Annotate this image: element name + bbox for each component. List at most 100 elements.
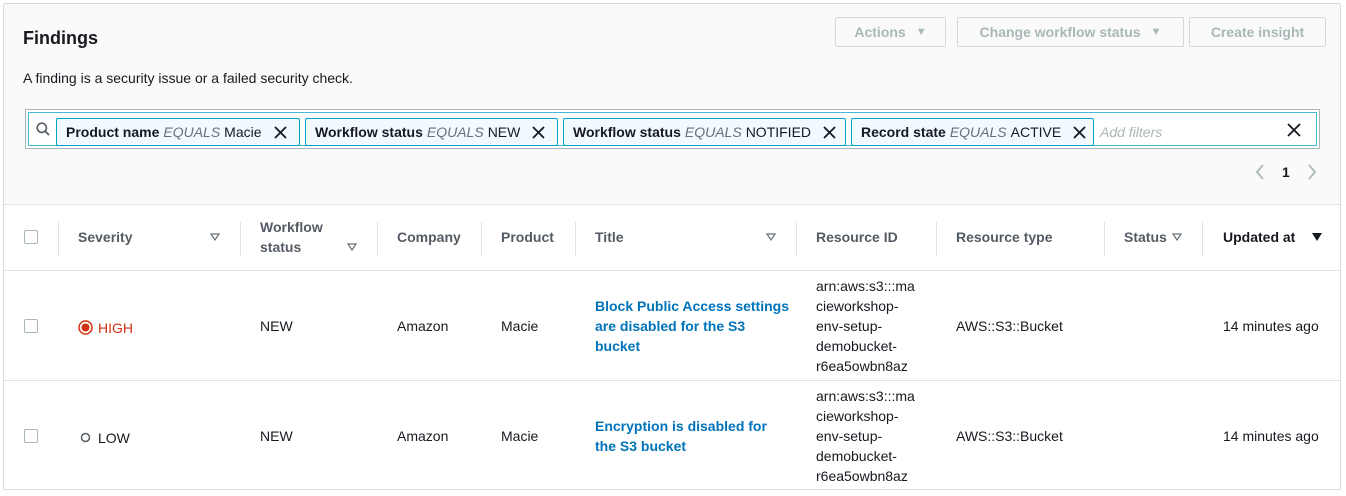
severity-high-icon [78,320,93,335]
column-divider [575,222,576,256]
product-cell: Macie [501,428,539,444]
filter-bar[interactable]: Product name EQUALS Macie Workflow statu… [25,109,1320,149]
filter-token-value: ACTIVE [1010,124,1062,140]
updated-at-cell: 14 minutes ago [1223,318,1319,334]
page-title: Findings [23,28,98,48]
filter-token[interactable]: Product name EQUALS Macie [56,118,300,146]
findings-header: Findings A finding is a security issue o… [4,4,1340,205]
select-all-checkbox[interactable] [24,230,38,244]
severity-cell: HIGH [78,318,133,338]
resource-id-line: demobucket- [816,338,897,354]
resource-id-line: cieworkshop- [816,298,899,314]
product-cell: Macie [501,318,539,334]
close-icon[interactable] [532,125,545,139]
severity-cell: LOW [78,428,130,448]
sort-icon[interactable] [210,233,220,241]
filter-token-field: Workflow status [315,124,423,140]
column-header-product[interactable]: Product [501,227,554,247]
severity-label: HIGH [98,320,133,336]
pagination-current-page[interactable]: 1 [1282,164,1290,180]
column-divider [796,222,797,256]
column-header-resource-id[interactable]: Resource ID [816,227,898,247]
filter-token-operator: EQUALS [684,124,742,140]
row-checkbox[interactable] [24,319,38,333]
create-insight-label: Create insight [1210,24,1305,40]
filter-token[interactable]: Record state EQUALS ACTIVE [851,118,1094,146]
search-icon [36,122,50,136]
resource-id-line: demobucket- [816,448,897,464]
company-cell: Amazon [397,318,449,334]
clear-filters-icon[interactable] [1287,123,1301,137]
column-divider [58,222,59,256]
caret-down-icon: ▼ [915,26,927,38]
sort-icon[interactable] [766,233,776,241]
page-description: A finding is a security issue or a faile… [23,70,353,86]
change-workflow-status-label: Change workflow status [979,24,1141,40]
filter-token-field: Record state [861,124,946,140]
filter-token[interactable]: Workflow status EQUALS NEW [305,118,558,146]
column-header-workflow-status[interactable]: Workflow status [260,217,323,257]
add-filters-input[interactable]: Add filters [1100,124,1162,140]
column-header-workflow-status-line2: status [260,239,302,255]
column-divider [936,222,937,256]
sort-descending-icon[interactable] [1312,233,1322,241]
title-line: Encryption is disabled for [595,418,767,434]
filter-token-value: Macie [224,124,262,140]
column-header-severity[interactable]: Severity [78,227,132,247]
title-line: bucket [595,338,641,354]
title-line: Block Public Access settings [595,298,789,314]
filter-token-field: Product name [66,124,160,140]
filter-token-field: Workflow status [573,124,681,140]
close-icon[interactable] [1073,125,1086,139]
close-icon[interactable] [273,125,287,139]
workflow-status-cell: NEW [260,318,293,334]
column-header-status[interactable]: Status [1124,227,1167,247]
resource-type-cell: AWS::S3::Bucket [956,428,1063,444]
column-header-title[interactable]: Title [595,227,624,247]
column-divider [240,222,241,256]
resource-id-line: r6ea5owbn8az [816,358,908,374]
updated-at-cell: 14 minutes ago [1223,428,1319,444]
filter-token-operator: EQUALS [426,124,484,140]
column-header-company[interactable]: Company [397,227,461,247]
column-header-workflow-status-line1: Workflow [260,219,323,235]
actions-button[interactable]: Actions ▼ [835,17,946,47]
column-divider [1104,222,1105,256]
severity-label: LOW [98,430,130,446]
filter-token-operator: EQUALS [163,124,221,140]
header-row-divider [4,270,1340,271]
row-checkbox[interactable] [24,429,38,443]
workflow-status-cell: NEW [260,428,293,444]
findings-panel: Findings A finding is a security issue o… [3,3,1341,490]
filter-bar-focus-ring: Product name EQUALS Macie Workflow statu… [28,112,1317,146]
chevron-right-icon[interactable] [1307,164,1317,180]
resource-id-line: arn:aws:s3:::ma [816,388,915,404]
title-line: the S3 bucket [595,438,687,454]
resource-id-line: env-setup- [816,428,883,444]
filter-token[interactable]: Workflow status EQUALS NOTIFIED [563,118,846,146]
filter-token-operator: EQUALS [949,124,1007,140]
column-divider [1202,222,1203,256]
column-header-resource-type[interactable]: Resource type [956,227,1052,247]
resource-id-line: r6ea5owbn8az [816,468,908,484]
filter-token-value: NOTIFIED [745,124,812,140]
resource-type-cell: AWS::S3::Bucket [956,318,1063,334]
column-divider [481,222,482,256]
column-header-updated-at[interactable]: Updated at [1223,227,1295,247]
sort-icon[interactable] [347,243,357,251]
change-workflow-status-button[interactable]: Change workflow status ▼ [957,17,1184,47]
column-divider [377,222,378,256]
filter-token-value: NEW [487,124,521,140]
close-icon[interactable] [823,125,836,139]
company-cell: Amazon [397,428,449,444]
finding-title-link[interactable]: Encryption is disabled for the S3 bucket [595,416,767,456]
caret-down-icon: ▼ [1150,26,1162,38]
resource-id-cell: arn:aws:s3:::ma cieworkshop- env-setup- … [816,276,915,376]
chevron-left-icon[interactable] [1255,164,1265,180]
sort-icon[interactable] [1172,233,1182,241]
actions-button-label: Actions [854,24,906,40]
resource-id-line: arn:aws:s3:::ma [816,278,915,294]
severity-low-icon [80,432,91,443]
create-insight-button[interactable]: Create insight [1189,17,1326,47]
finding-title-link[interactable]: Block Public Access settings are disable… [595,296,789,356]
